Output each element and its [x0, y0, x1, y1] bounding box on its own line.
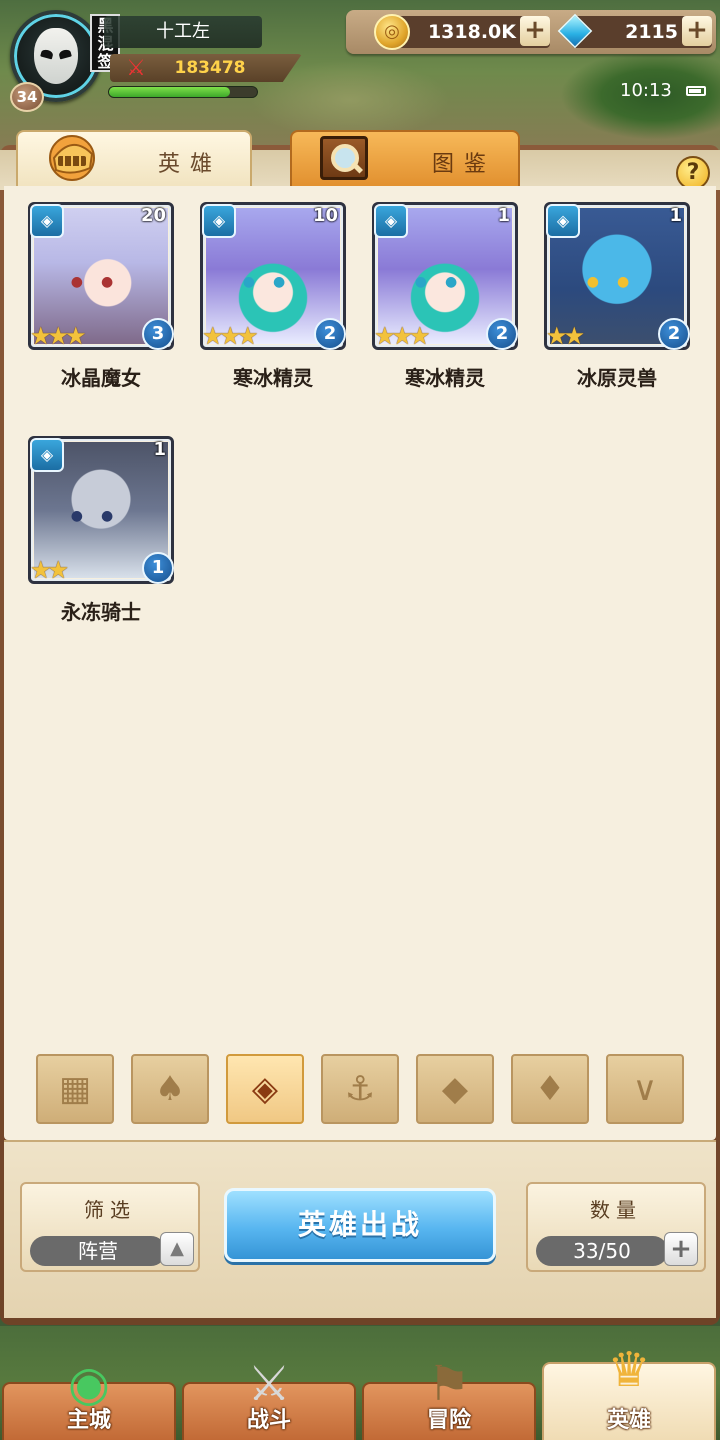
expand-capacity-button[interactable]: +	[664, 1232, 698, 1266]
tab-heroes-label: 英雄	[158, 152, 223, 177]
gold-coin-icon: ◎	[374, 14, 410, 50]
ice-faction-icon[interactable]: ◈	[226, 1054, 304, 1124]
hero-card[interactable]: ●● ◈ 10 ★★★ 2	[200, 202, 346, 350]
chevron-up-icon[interactable]: ▲	[160, 1232, 194, 1266]
hero-eyes: ●●	[414, 274, 476, 290]
gold-amount: 1318.0K	[427, 21, 516, 43]
hero-crest-icon: ♛	[607, 1342, 651, 1398]
wings-icon[interactable]: ∨	[606, 1054, 684, 1124]
hero-card[interactable]: ●● ◈ 1 ★★ 1	[28, 436, 174, 584]
star-rating-icon: ★★★	[30, 322, 87, 350]
hero-card-count: 10	[312, 205, 338, 226]
hero-eyes: ●●	[586, 274, 648, 290]
hero-name: 寒冰精灵	[405, 366, 485, 390]
player-level-badge: 34	[10, 82, 44, 112]
hero-card-count: 20	[140, 205, 166, 226]
status-time: 10:13	[620, 80, 672, 101]
hero-name: 冰晶魔女	[61, 366, 141, 390]
all-grid-icon[interactable]: ▦	[36, 1054, 114, 1124]
hero-name: 寒冰精灵	[233, 366, 313, 390]
filter-value: 阵营	[30, 1236, 166, 1266]
ice-faction-icon: ◈	[202, 204, 236, 238]
hero-level-badge: 1	[142, 552, 174, 584]
gem-amount: 2115	[625, 21, 678, 43]
anchor-icon[interactable]: ⚓	[321, 1054, 399, 1124]
xp-bar-fill	[109, 87, 231, 97]
star-rating-icon: ★★★	[202, 322, 259, 350]
map-scroll-icon: ⚑	[427, 1356, 471, 1412]
demon-horns-icon[interactable]: ♦	[511, 1054, 589, 1124]
hero-card-count: 1	[669, 205, 682, 226]
hero-card[interactable]: ●● ◈ 1 ★★ 2	[544, 202, 690, 350]
ice-faction-icon: ◈	[30, 438, 64, 472]
hero-card[interactable]: ●● ◈ 1 ★★★ 2	[372, 202, 518, 350]
hero-eyes: ●●	[70, 508, 132, 524]
filter-box[interactable]: 筛选 阵营 ▲	[20, 1182, 200, 1272]
hero-card-count: 1	[497, 205, 510, 226]
ice-faction-icon: ◈	[30, 204, 64, 238]
star-rating-icon: ★★★	[374, 322, 431, 350]
ice-faction-icon: ◈	[546, 204, 580, 238]
player-name: 十工左	[104, 16, 262, 48]
crossed-swords-icon: ⚔	[126, 56, 146, 81]
help-button[interactable]: ?	[676, 156, 710, 190]
battery-icon	[686, 86, 706, 96]
hero-eyes: ●●	[242, 274, 304, 290]
tab-codex[interactable]: 图鉴	[290, 130, 520, 188]
hero-eyes: ●●	[70, 274, 132, 290]
ice-faction-icon: ◈	[374, 204, 408, 238]
hero-level-badge: 2	[486, 318, 518, 350]
quantity-value: 33/50	[536, 1236, 668, 1266]
hero-name: 永冻骑士	[61, 600, 141, 624]
knight-helmet-icon	[49, 135, 95, 181]
star-rating-icon: ★★	[546, 322, 585, 350]
hero-card[interactable]: ●● ◈ 20 ★★★ 3	[28, 202, 174, 350]
combat-power: 183478	[174, 58, 246, 78]
hero-name: 冰原灵兽	[577, 366, 657, 390]
crossed-swords-icon: ⚔	[247, 1356, 291, 1412]
add-gems-button[interactable]: +	[682, 16, 712, 46]
xp-bar	[108, 86, 258, 98]
nature-leaf-icon[interactable]: ♠	[131, 1054, 209, 1124]
hero-level-badge: 2	[314, 318, 346, 350]
filter-title: 筛选	[84, 1198, 136, 1222]
tab-codex-label: 图鉴	[432, 152, 497, 177]
quantity-title: 数量	[590, 1198, 642, 1222]
hero-level-badge: 3	[142, 318, 174, 350]
magnifier-book-icon	[320, 136, 368, 180]
tab-heroes[interactable]: 英雄	[16, 130, 252, 188]
hero-level-badge: 2	[658, 318, 690, 350]
beast-head-icon[interactable]: ◆	[416, 1054, 494, 1124]
mask-avatar-icon	[34, 28, 78, 84]
hero-card-count: 1	[153, 439, 166, 460]
deploy-heroes-button[interactable]: 英雄出战	[224, 1188, 496, 1262]
add-gold-button[interactable]: +	[520, 16, 550, 46]
quantity-box: 数量 33/50 +	[526, 1182, 706, 1272]
castle-icon: ◉	[68, 1356, 110, 1412]
star-rating-icon: ★★	[30, 556, 69, 584]
